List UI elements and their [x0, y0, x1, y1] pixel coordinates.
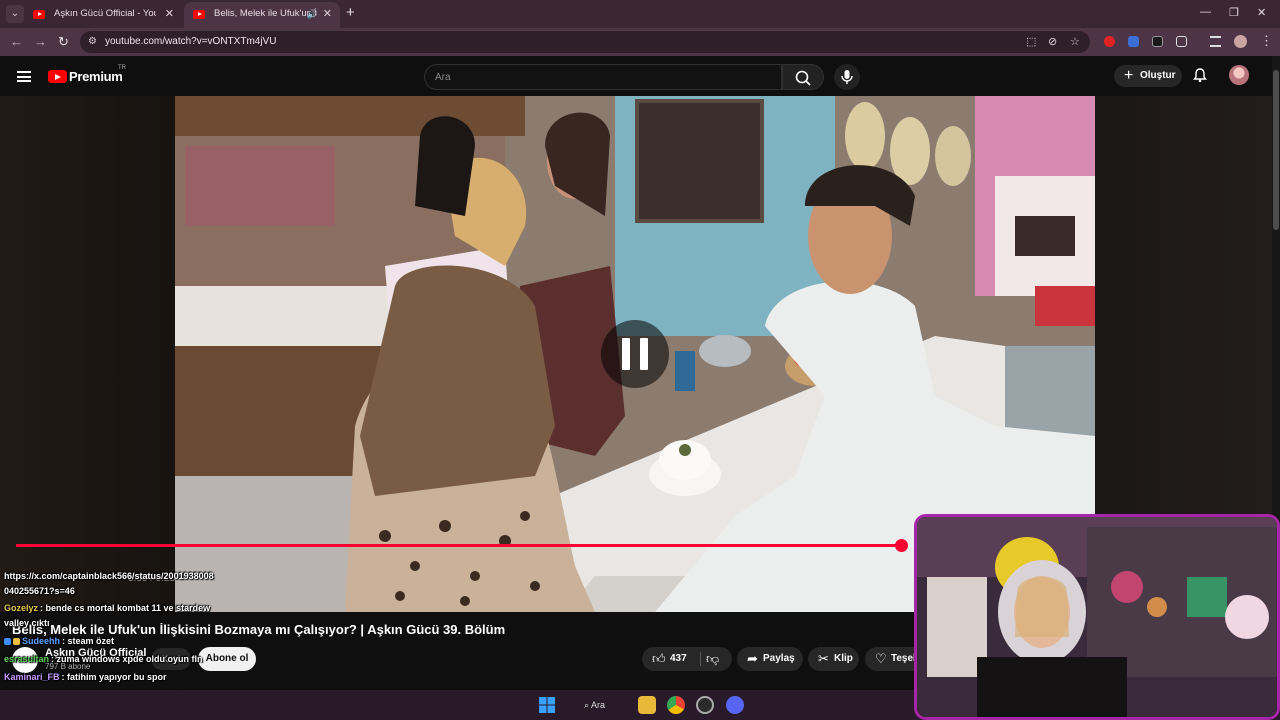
forward-arrow-icon[interactable]: →	[34, 34, 47, 49]
browser-menu-icon[interactable]: ⋮	[1260, 33, 1273, 49]
back-arrow-icon[interactable]: ←	[10, 34, 23, 49]
search-button[interactable]	[782, 64, 824, 90]
chat-username: Kaminari_FB	[4, 672, 60, 682]
install-app-icon[interactable]: ⬚	[1026, 35, 1036, 48]
progress-scrubber-handle[interactable]	[895, 539, 908, 552]
obs-icon[interactable]	[696, 696, 714, 714]
chat-text: : steam özet	[62, 636, 115, 646]
chat-message: Kaminari_FB: fatihim yapıyor bu spor	[4, 672, 167, 682]
browser-tab-bar: ⌄ Aşkın Gücü Official - YouTube ✕ Belis,…	[0, 0, 1280, 28]
new-tab-button[interactable]: +	[346, 4, 355, 21]
maximize-button[interactable]: ❐	[1229, 6, 1239, 19]
search-input[interactable]	[435, 69, 755, 85]
youtube-play-icon	[48, 70, 67, 83]
chat-message: Sudeehh: steam özet	[4, 636, 114, 646]
webcam-feed-image	[917, 517, 1277, 717]
subscribe-button[interactable]: Abone ol	[198, 647, 256, 671]
eye-slash-icon[interactable]: ⊘	[1048, 35, 1057, 48]
extensions-puzzle-icon[interactable]	[1176, 36, 1187, 47]
clip-button[interactable]: ✂ Klip	[808, 647, 859, 671]
youtube-favicon-icon	[193, 10, 205, 19]
share-arrow-icon: ➦	[747, 651, 758, 666]
tab-title: Aşkın Gücü Official - YouTube	[54, 8, 156, 19]
create-button[interactable]: + Oluştur	[1114, 65, 1182, 87]
microphone-icon	[841, 70, 853, 84]
bookmark-star-icon[interactable]: ☆	[1070, 35, 1080, 48]
subscriber-count: 797 B abone	[45, 662, 91, 671]
tab-video[interactable]: Belis, Melek ile Ufuk'un İlişk 🔊 ✕	[184, 2, 340, 28]
chat-text: : fatihim yapıyor bu spor	[61, 672, 167, 682]
chat-username: Sudeehh	[22, 636, 61, 646]
chrome-icon[interactable]	[667, 696, 685, 714]
like-count[interactable]: 437	[670, 647, 687, 671]
account-avatar[interactable]	[1229, 65, 1249, 85]
join-button[interactable]: Katıl	[151, 648, 191, 670]
search-box	[424, 64, 782, 90]
channel-avatar[interactable]	[12, 647, 38, 673]
extension-dark-icon[interactable]	[1152, 36, 1163, 47]
minimize-button[interactable]: —	[1200, 6, 1211, 18]
discord-icon[interactable]	[726, 696, 744, 714]
youtube-header: Premium TR + Oluştur	[0, 56, 1280, 96]
youtube-favicon-icon	[33, 10, 45, 19]
tab-askin-gucu-channel[interactable]: Aşkın Gücü Official - YouTube ✕	[24, 2, 182, 28]
crown-badge-icon	[13, 638, 20, 645]
windows-start-icon[interactable]	[538, 696, 556, 714]
tab-title: Belis, Melek ile Ufuk'un İlişk	[214, 8, 316, 19]
taskbar-search-label: Ara	[591, 700, 606, 710]
pause-button[interactable]	[601, 320, 669, 388]
clip-label: Klip	[834, 653, 853, 664]
close-window-button[interactable]: ✕	[1257, 6, 1266, 19]
file-explorer-icon[interactable]	[638, 696, 656, 714]
pause-icon-bar	[640, 338, 648, 370]
search-icon	[795, 70, 811, 86]
thumbs-up-icon[interactable]: 👍︎	[652, 647, 666, 671]
plus-icon: +	[1124, 67, 1134, 84]
scissors-icon: ✂	[818, 651, 829, 666]
create-label: Oluştur	[1140, 70, 1176, 81]
close-tab-icon[interactable]: ✕	[323, 2, 332, 26]
subscriber-badge-icon	[4, 638, 11, 645]
divider	[700, 652, 701, 666]
browser-toolbar: ← → ↻ ⚙ youtube.com/watch?v=vONTXTm4jVU …	[0, 28, 1280, 56]
menu-icon[interactable]	[17, 71, 31, 82]
like-dislike-group: 👍︎ 437 👎︎	[642, 647, 732, 671]
notifications-bell-icon[interactable]	[1192, 67, 1208, 83]
address-url: youtube.com/watch?v=vONTXTm4jVU	[105, 36, 277, 47]
reload-icon[interactable]: ↻	[58, 34, 69, 50]
taskbar-search[interactable]: ⌕ Ara	[578, 696, 622, 714]
voice-search-button[interactable]	[834, 64, 860, 90]
page-scrollbar-thumb[interactable]	[1273, 70, 1279, 230]
thanks-heart-icon: ♡	[875, 651, 887, 666]
video-title: Belis, Melek ile Ufuk'un İlişkisini Bozm…	[12, 622, 506, 637]
tab-search-button[interactable]: ⌄	[6, 5, 24, 23]
channel-name[interactable]: Aşkın Gücü Official	[45, 647, 146, 659]
reading-list-icon[interactable]	[1210, 36, 1221, 47]
site-info-icon[interactable]: ⚙	[88, 36, 100, 48]
address-bar[interactable]: ⚙ youtube.com/watch?v=vONTXTm4jVU ⬚ ⊘ ☆	[80, 31, 1090, 53]
close-tab-icon[interactable]: ✕	[165, 2, 174, 26]
country-code: TR	[118, 65, 126, 71]
search-icon: ⌕	[584, 700, 592, 710]
extension-blue-icon[interactable]	[1128, 36, 1139, 47]
thumbs-down-icon[interactable]: 👎︎	[706, 647, 719, 671]
progress-played	[16, 544, 901, 547]
pause-icon-bar	[622, 338, 630, 370]
time-display: 3:55 / 5:25	[128, 573, 176, 584]
speaker-icon[interactable]: 🔊	[307, 2, 318, 26]
share-label: Paylaş	[763, 653, 795, 664]
streamer-webcam-overlay	[914, 514, 1280, 720]
share-button[interactable]: ➦ Paylaş	[737, 647, 803, 671]
extension-red-icon[interactable]	[1104, 36, 1115, 47]
logo-text: Premium	[69, 69, 123, 84]
profile-avatar-icon[interactable]	[1234, 35, 1247, 48]
